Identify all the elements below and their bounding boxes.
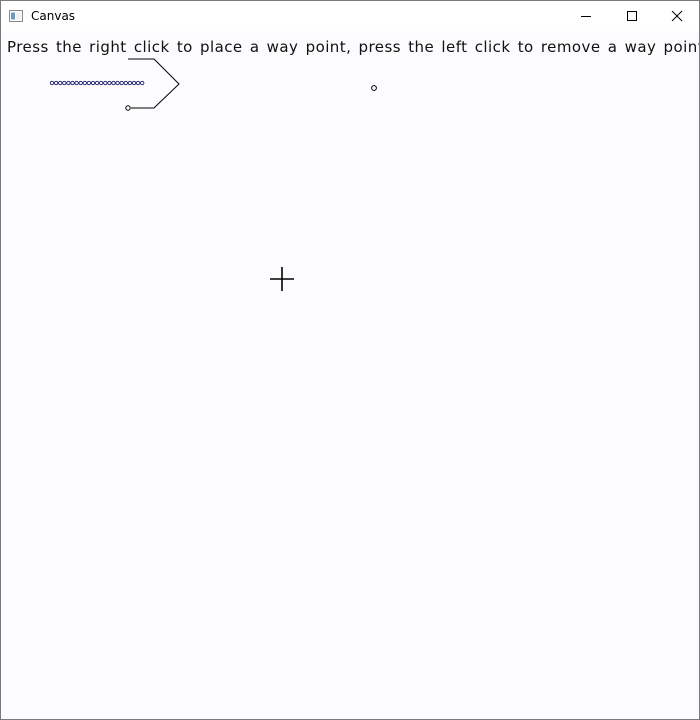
vehicle-rear-point (125, 105, 131, 111)
canvas-scene (49, 58, 377, 291)
trail-point (99, 80, 104, 86)
maximize-icon (627, 11, 637, 21)
minimize-button[interactable] (563, 1, 609, 31)
crosshair-cursor-icon (270, 267, 294, 291)
close-button[interactable] (654, 1, 699, 31)
trail-point (86, 80, 92, 86)
trail-point (66, 80, 71, 86)
close-icon (671, 10, 683, 22)
minimize-icon (581, 16, 591, 17)
trail-point (70, 80, 75, 86)
canvas-window: Canvas Press the right click to place a … (0, 0, 700, 720)
maximize-button[interactable] (609, 1, 655, 31)
trail-point (119, 80, 124, 86)
trail-point (82, 80, 87, 86)
trail-point (131, 80, 137, 86)
trail-point (135, 80, 141, 86)
title-bar[interactable]: Canvas (1, 1, 699, 31)
trail-point (123, 80, 128, 86)
trail-point (111, 80, 116, 86)
trail-point (140, 80, 145, 86)
trail-point (115, 80, 120, 86)
trail-point (74, 80, 79, 86)
trail-point (62, 80, 67, 86)
trail-point (127, 80, 133, 86)
drawing-canvas[interactable]: Press the right click to place a way poi… (1, 32, 699, 719)
trail-point (78, 80, 83, 86)
trail-point (58, 80, 63, 86)
window-title: Canvas (31, 9, 76, 23)
trail-point (94, 80, 100, 86)
trail-point (53, 80, 59, 86)
app-window-icon (9, 10, 23, 22)
trail-point (103, 80, 108, 86)
trail-point (107, 80, 112, 86)
path-trail (49, 80, 145, 86)
trail-point (49, 80, 55, 86)
way-point[interactable] (371, 85, 377, 91)
trail-point (90, 80, 96, 86)
